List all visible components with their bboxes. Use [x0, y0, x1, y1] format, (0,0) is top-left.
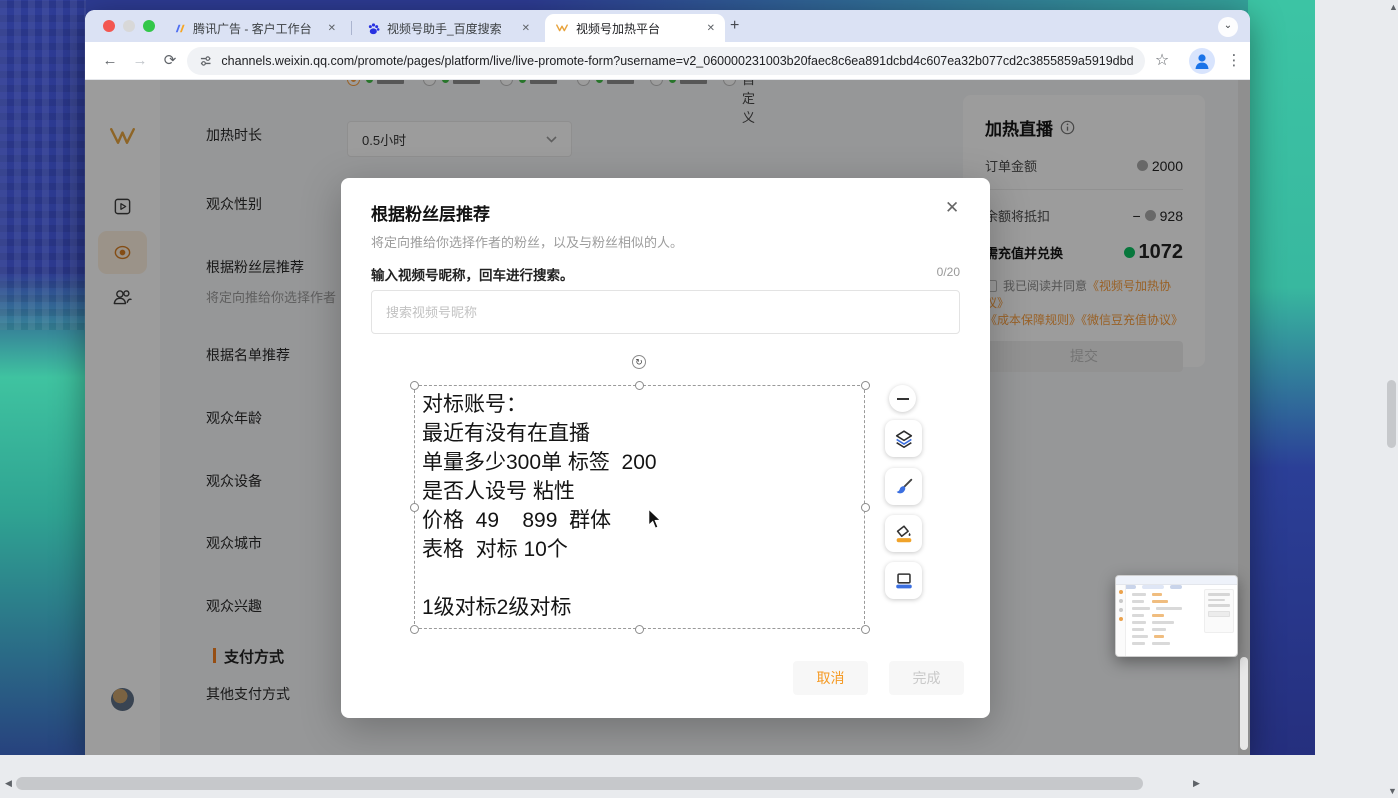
search-input-label: 输入视频号昵称，回车进行搜索。: [371, 264, 574, 284]
refresh-icon[interactable]: ⟳: [159, 50, 181, 72]
remote-viewer-frame: 腾讯广告 - 客户工作台 ✕ 视频号助手_百度搜索 ✕: [0, 0, 1398, 798]
page-scrollbar[interactable]: [1238, 80, 1250, 755]
address-bar[interactable]: channels.weixin.qq.com/promote/pages/pla…: [187, 47, 1145, 75]
modal-subtitle: 将定向推给你选择作者的粉丝，以及与粉丝相似的人。: [371, 232, 683, 251]
tab-bar: 腾讯广告 - 客户工作台 ✕ 视频号助手_百度搜索 ✕: [85, 10, 1250, 42]
back-icon[interactable]: ←: [99, 50, 121, 72]
close-icon[interactable]: ✕: [945, 198, 959, 218]
tab-baidu-search[interactable]: 视频号助手_百度搜索 ✕: [357, 14, 540, 42]
browser-window: 腾讯广告 - 客户工作台 ✕ 视频号助手_百度搜索 ✕: [85, 10, 1250, 755]
mini-summary-panel: [1204, 589, 1234, 633]
done-button[interactable]: 完成: [889, 661, 964, 695]
nickname-search-field: [371, 290, 960, 334]
mini-toolbar: [1116, 576, 1237, 585]
scroll-right-arrow[interactable]: ▶: [1193, 779, 1200, 788]
tab-title: 腾讯广告 - 客户工作台: [193, 20, 321, 37]
scroll-left-arrow[interactable]: ◀: [5, 779, 12, 788]
tab-title: 视频号助手_百度搜索: [387, 20, 515, 37]
traffic-light-minimize[interactable]: [123, 20, 135, 32]
scroll-down-arrow[interactable]: ▼: [1388, 787, 1397, 796]
tab-channels-platform[interactable]: 视频号加热平台 ✕: [545, 14, 725, 42]
forward-icon[interactable]: →: [129, 50, 151, 72]
bookmark-star-icon[interactable]: ☆: [1151, 50, 1173, 72]
profile-avatar-icon[interactable]: [1189, 48, 1215, 74]
new-tab-button[interactable]: +: [730, 17, 739, 35]
wallpaper-pattern: [0, 0, 86, 330]
channels-favicon: [555, 21, 569, 35]
baidu-favicon: [367, 22, 380, 35]
tab-close-icon[interactable]: ✕: [328, 23, 336, 34]
tab-search-button[interactable]: ⌄: [1218, 17, 1238, 37]
char-counter: 0/20: [937, 265, 960, 279]
tencent-ads-favicon: [173, 22, 186, 35]
fans-recommend-modal: 根据粉丝层推荐 ✕ 将定向推给你选择作者的粉丝，以及与粉丝相似的人。 输入视频号…: [341, 178, 990, 718]
desktop: 腾讯广告 - 客户工作台 ✕ 视频号助手_百度搜索 ✕: [0, 0, 1315, 755]
tab-tencent-ads[interactable]: 腾讯广告 - 客户工作台 ✕: [163, 14, 346, 42]
site-settings-icon[interactable]: [199, 54, 212, 68]
browser-toolbar: ← → ⟳ channels.weixin.qq.com/promote/pag…: [85, 42, 1250, 80]
tab-separator: [351, 21, 352, 35]
tab-close-icon[interactable]: ✕: [707, 23, 715, 34]
tab-title: 视频号加热平台: [576, 20, 700, 37]
screen-preview-thumbnail[interactable]: [1115, 575, 1238, 657]
modal-title: 根据粉丝层推荐: [371, 200, 490, 225]
wallpaper-right: [1248, 0, 1315, 755]
outer-vertical-scrollbar-thumb[interactable]: [1387, 380, 1396, 448]
kebab-menu-icon[interactable]: ⋮: [1223, 50, 1245, 72]
cancel-button[interactable]: 取消: [793, 661, 868, 695]
nickname-search-input[interactable]: [372, 291, 959, 333]
tab-close-icon[interactable]: ✕: [522, 23, 530, 34]
url-text: channels.weixin.qq.com/promote/pages/pla…: [221, 54, 1133, 68]
traffic-light-close[interactable]: [103, 20, 115, 32]
outer-horizontal-scrollbar-thumb[interactable]: [16, 777, 1143, 790]
mini-sidebar: [1116, 585, 1126, 657]
page-content: 自定义 加热时长 0.5小时 观众性别 根据粉丝层推荐 将定向推给你选择作者 根…: [85, 80, 1250, 755]
traffic-light-maximize[interactable]: [143, 20, 155, 32]
page-scrollbar-thumb[interactable]: [1240, 657, 1248, 750]
scroll-up-arrow[interactable]: ▲: [1389, 3, 1398, 12]
